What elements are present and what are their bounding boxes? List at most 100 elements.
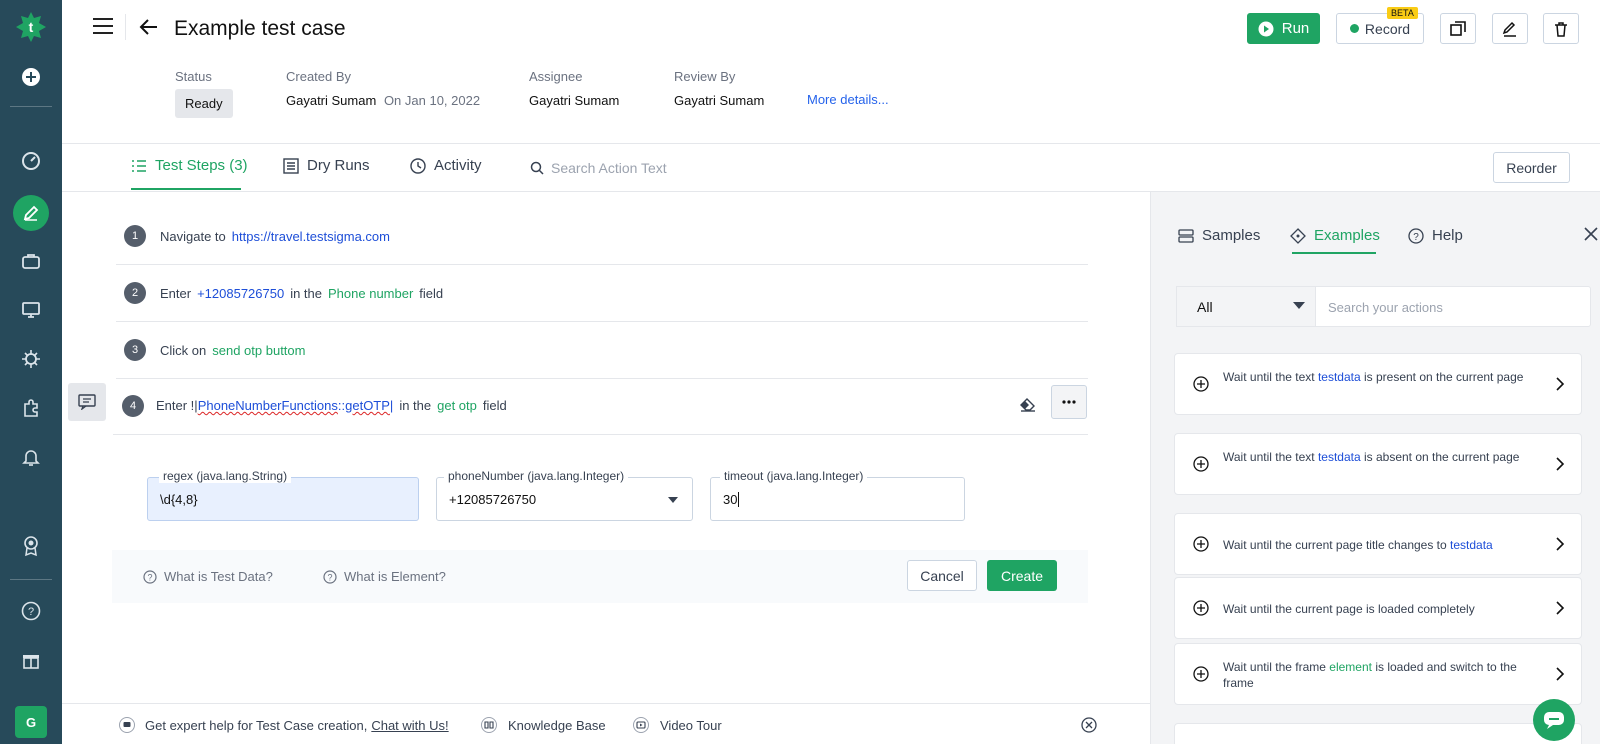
what-is-test-data-label: What is Test Data? [164,569,273,584]
more-details-link[interactable]: More details... [807,92,889,107]
briefcase-icon[interactable] [18,248,44,274]
phone-number-select[interactable]: +12085726750 [436,477,693,521]
what-is-test-data-link[interactable]: ? What is Test Data? [143,569,273,584]
what-is-element-link[interactable]: ? What is Element? [323,569,446,584]
diamond-icon [1290,227,1306,244]
step-element[interactable]: Phone number [328,286,413,301]
chat-support-button[interactable] [1533,699,1575,741]
phone-number-label: phoneNumber (java.lang.Integer) [444,469,629,483]
left-rail: t ? G [0,0,62,744]
clone-button[interactable] [1440,13,1476,44]
example-text: Wait until the text testdata is present … [1223,369,1531,385]
video-tour-link[interactable]: Video Tour [632,717,722,733]
tab-test-steps-label: Test Steps (3) [155,157,248,174]
example-pre: Wait until the current page title change… [1223,538,1447,552]
beta-badge: BETA [1387,7,1418,19]
test-cases-icon[interactable] [13,195,49,231]
knowledge-base-link[interactable]: Knowledge Base [480,717,606,733]
example-card[interactable] [1174,723,1582,744]
step-element[interactable]: send otp buttom [212,343,305,358]
create-button[interactable]: Create [987,560,1057,591]
step-text: Navigate to [160,228,226,244]
menu-icon[interactable] [93,18,113,34]
action-search-input[interactable]: Search Action Text [530,160,667,176]
example-card[interactable]: Wait until the text testdata is present … [1174,353,1582,415]
help-icon[interactable]: ? [18,598,44,624]
test-step-3[interactable]: 3 Click on send otp buttom [116,322,1088,379]
search-actions-input[interactable]: Search your actions [1328,300,1443,315]
tab-samples[interactable]: Samples [1178,227,1260,244]
add-icon[interactable] [18,64,44,90]
dashboard-icon[interactable] [18,148,44,174]
reorder-button[interactable]: Reorder [1493,152,1570,183]
step-test-data[interactable]: +12085726750 [197,286,284,301]
regex-label: regex (java.lang.String) [159,469,292,483]
avatar[interactable]: G [15,706,47,738]
chevron-right-icon [1556,537,1565,551]
example-highlight: testdata [1317,370,1361,384]
timeout-input[interactable]: 30 [710,477,965,521]
tab-test-steps[interactable]: Test Steps (3) [131,157,248,174]
help-circle-icon: ? [1408,227,1424,244]
settings-bug-icon[interactable] [18,346,44,372]
help-circle-icon: ? [323,569,337,584]
add-circle-icon [1193,666,1209,682]
rail-divider [10,579,52,580]
monitor-icon[interactable] [18,297,44,323]
add-circle-icon [1193,376,1209,392]
run-button[interactable]: Run [1247,13,1320,44]
report-icon [283,157,299,174]
test-step-1[interactable]: 1 Navigate to https://travel.testsigma.c… [116,208,1088,265]
cancel-button[interactable]: Cancel [907,560,977,591]
example-card[interactable]: Wait until the text testdata is absent o… [1174,433,1582,495]
delete-button[interactable] [1543,13,1579,44]
header-divider [125,14,126,40]
svg-text:?: ? [1413,232,1419,243]
tab-activity[interactable]: Activity [410,157,482,174]
example-post: is present on the current page [1363,370,1524,384]
record-dot-icon [1349,24,1359,33]
tab-help-label: Help [1432,227,1463,244]
gift-icon[interactable] [18,647,44,673]
chat-icon [1544,712,1564,729]
step-element[interactable]: get otp [437,398,477,413]
step-more-options-button[interactable] [1051,385,1087,419]
test-step-4-editing[interactable]: 4 Enter !| PhoneNumberFunctions :: getOTP… [113,377,1088,435]
step-function-class[interactable]: PhoneNumberFunctions [198,398,338,413]
example-card[interactable]: Wait until the current page title change… [1174,513,1582,575]
example-card[interactable]: Wait until the frame element is loaded a… [1174,643,1582,705]
example-pre: Wait until the text [1223,450,1315,464]
chevron-right-icon [1556,667,1565,681]
timeout-label: timeout (java.lang.Integer) [720,469,868,483]
edit-button[interactable] [1492,13,1528,44]
search-placeholder: Search Action Text [551,160,667,176]
active-tab-indicator [131,188,241,190]
search-icon [530,161,544,175]
chat-with-us-link[interactable]: Chat with Us! [371,718,448,733]
tab-help[interactable]: ? Help [1408,227,1463,244]
step-function-end: | [389,398,394,413]
book-icon [481,717,497,733]
step-text: field [419,285,444,301]
award-icon[interactable] [18,533,44,559]
chevron-right-icon [1556,457,1565,471]
rail-divider [10,106,52,107]
testsigma-logo[interactable]: t [14,10,48,44]
expert-help-text: Get expert help for Test Case creation, [145,717,368,733]
what-is-element-label: What is Element? [344,569,446,584]
close-bottom-bar-icon[interactable] [1081,717,1097,736]
bell-icon[interactable] [18,444,44,470]
test-step-2[interactable]: 2 Enter +12085726750 in the Phone number… [116,265,1088,322]
eraser-icon[interactable] [1020,398,1036,415]
step-test-data[interactable]: https://travel.testsigma.com [232,229,390,244]
step-function-sep: :: [337,398,346,413]
step-comment-icon[interactable] [68,383,106,421]
back-arrow-icon[interactable] [139,18,159,39]
step-function-method[interactable]: getOTP [345,398,390,413]
close-panel-icon[interactable] [1584,227,1598,244]
example-card[interactable]: Wait until the current page is loaded co… [1174,577,1582,639]
puzzle-icon[interactable] [18,395,44,421]
regex-input[interactable]: \d{4,8} [147,477,419,521]
tab-dry-runs[interactable]: Dry Runs [283,157,370,174]
tab-examples[interactable]: Examples [1290,227,1380,244]
